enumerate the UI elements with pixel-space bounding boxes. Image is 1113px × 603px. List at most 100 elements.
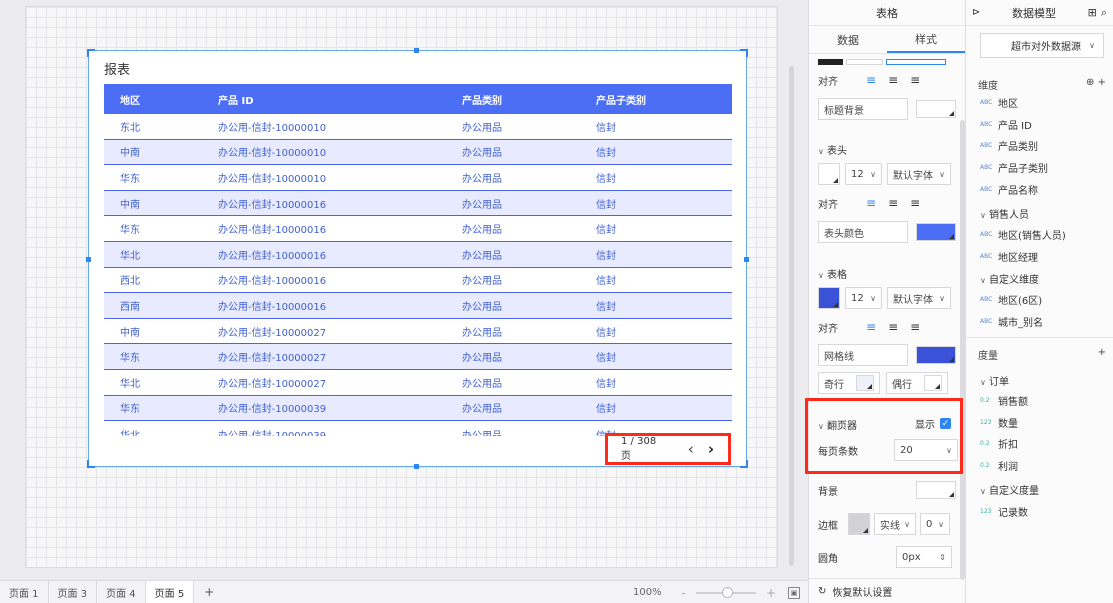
report-widget[interactable]: 报表 地区 产品 ID 产品类别 产品子类别 东北 办公用-信封-10000010… [86,48,749,469]
align-left-icon[interactable]: ≡ [866,320,876,334]
table-font-size-select[interactable]: 12 ∨ [845,287,882,309]
align-left-icon[interactable]: ≡ [866,196,876,210]
column-header[interactable]: 产品子类别 [582,92,732,107]
header-font-color[interactable] [818,163,840,185]
page-tab[interactable]: 页面 3 [49,580,98,603]
table-section-toggle[interactable]: ∨ 表格 [818,266,847,281]
search-icon[interactable]: ⌕ [1101,6,1107,20]
table-cell: 办公用品 [462,327,502,339]
align-label: 对齐 [818,76,838,88]
fit-screen-icon[interactable]: ▣ [788,586,800,599]
column-header[interactable]: 产品类别 [448,92,582,107]
page-tab[interactable]: 页面 1 [0,580,49,603]
zoom-in-button[interactable]: + [766,586,776,600]
header-font-family-select[interactable]: 默认字体 ∨ [887,163,951,185]
table-font-color[interactable] [818,287,840,309]
align-right-icon[interactable]: ≡ [910,320,920,334]
measures-label: 度量 [978,351,998,362]
resize-handle[interactable] [740,460,748,468]
odd-row-control[interactable]: 奇行 [818,372,880,394]
field-item[interactable]: ABC 产品名称 [980,182,1038,197]
dimensions-label: 维度 [978,81,998,92]
field-item[interactable]: ABC 产品类别 [980,138,1038,153]
header-section-toggle[interactable]: ∨ 表头 [818,142,847,157]
table-cell: 华东 [120,173,140,185]
color-swatch[interactable] [818,59,843,65]
gridline-color-swatch[interactable] [916,346,956,364]
font-size-select[interactable] [846,59,883,65]
field-label: 销售额 [998,397,1028,408]
align-center-icon[interactable]: ≡ [888,73,898,87]
resize-handle[interactable] [740,49,748,57]
resize-handle[interactable] [87,460,95,468]
radius-input[interactable]: 0px ⇕ [896,546,952,568]
folder-custom-dimension[interactable]: ∨ 自定义维度 [980,271,1039,286]
add-page-button[interactable]: + [194,585,224,599]
field-item[interactable]: 123 数量 [980,415,1018,430]
resize-handle[interactable] [87,49,95,57]
field-item[interactable]: ABC 地区(销售人员) [980,227,1066,242]
align-right-icon[interactable]: ≡ [910,73,920,87]
background-swatch[interactable] [916,481,956,499]
border-style-select[interactable]: 实线 ∨ [874,513,916,535]
field-item[interactable]: ABC 产品 ID [980,117,1032,132]
align-center-icon[interactable]: ≡ [888,320,898,334]
tab-data[interactable]: 数据 [809,26,887,53]
folder-custom-measure[interactable]: ∨ 自定义度量 [980,482,1039,497]
field-item[interactable]: 0.2 销售额 [980,393,1028,408]
field-item[interactable]: 0.2 利润 [980,458,1018,473]
font-family-select[interactable] [886,59,946,65]
canvas-scrollbar[interactable] [789,6,795,566]
align-center-icon[interactable]: ≡ [888,196,898,210]
zoom-slider[interactable] [695,586,756,598]
field-item[interactable]: 0.2 折扣 [980,436,1018,451]
table-cell: 信封 [596,199,616,211]
globe-icon[interactable]: ⊕ [1086,77,1094,88]
align-label: 对齐 [818,199,838,211]
prev-page-icon[interactable]: ‹ [688,441,694,457]
collapse-panel-icon[interactable]: ⊳ [972,7,980,18]
column-header[interactable]: 地区 [104,92,204,107]
table-row: 华北 办公用-信封-10000016 办公用品 信封 [104,241,732,268]
column-header[interactable]: 产品 ID [204,92,448,107]
resize-handle[interactable] [414,464,419,469]
page-tab[interactable]: 页面 4 [97,580,146,603]
header-color-swatch[interactable] [916,223,956,241]
title-bg-label: 标题背景 [818,98,908,120]
zoom-out-button[interactable]: - [682,586,686,600]
table-cell: 华北 [120,250,140,262]
next-page-icon[interactable]: › [708,441,714,457]
add-dimension-icon[interactable]: + [1098,77,1106,88]
field-item[interactable]: ABC 城市_别名 [980,314,1043,329]
table-cell: 中南 [120,327,140,339]
even-row-control[interactable]: 偶行 [886,372,948,394]
field-record-count[interactable]: 123 记录数 [980,504,1028,519]
number-type-icon: 123 [980,418,992,426]
table-font-family-select[interactable]: 默认字体 ∨ [887,287,951,309]
resize-handle[interactable] [86,257,91,262]
table-icon[interactable]: ⊞ [1088,6,1097,19]
border-width-select[interactable]: 0 ∨ [920,513,950,535]
tab-style[interactable]: 样式 [887,26,965,53]
resize-handle[interactable] [744,257,749,262]
folder-orders[interactable]: ∨ 订单 [980,373,1009,388]
folder-sales[interactable]: ∨ 销售人员 [980,206,1029,221]
table-cell: 办公用-信封-10000016 [218,225,327,237]
reset-defaults-button[interactable]: ↻ 恢复默认设置 [809,578,959,603]
zoom-slider-knob[interactable] [721,586,733,598]
border-color-swatch[interactable] [848,513,870,535]
field-label: 数量 [998,418,1018,430]
field-item[interactable]: ABC 地区 [980,95,1018,110]
data-source-select[interactable]: 超市对外数据源 ∨ [980,33,1104,58]
field-item[interactable]: ABC 产品子类别 [980,160,1048,175]
header-font-size-select[interactable]: 12 ∨ [845,163,882,185]
field-item[interactable]: ABC 地区经理 [980,249,1038,264]
align-right-icon[interactable]: ≡ [910,196,920,210]
number-type-icon: 0.2 [980,462,990,470]
add-measure-icon[interactable]: + [1098,347,1106,362]
resize-handle[interactable] [414,48,419,53]
field-item[interactable]: ABC 地区(6区) [980,292,1042,307]
align-left-icon[interactable]: ≡ [866,73,876,87]
page-tab[interactable]: 页面 5 [145,580,195,603]
title-bg-swatch[interactable] [916,100,956,118]
